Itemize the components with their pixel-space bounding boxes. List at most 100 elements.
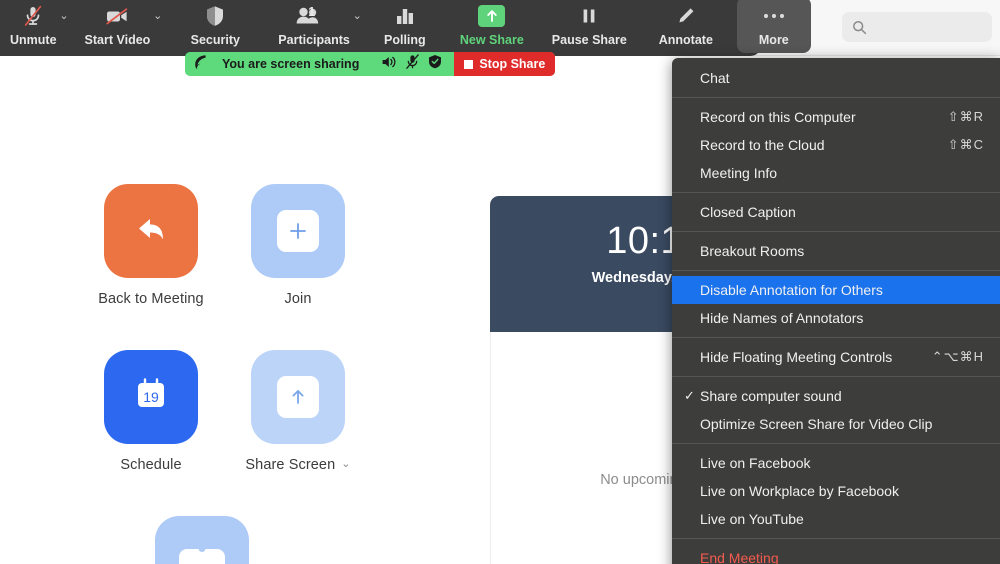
participants-options-chevron-icon[interactable]: ⌄ — [353, 9, 362, 22]
menu-item-label: Hide Floating Meeting Controls — [700, 349, 893, 365]
tile-label: Join — [284, 291, 312, 307]
menu-item-label: Record to the Cloud — [700, 137, 825, 153]
menu-item-live-on-workplace-by-facebook[interactable]: Live on Workplace by Facebook — [672, 477, 1000, 505]
menu-item-breakout-rooms[interactable]: Breakout Rooms — [672, 237, 1000, 265]
shield-check-icon[interactable] — [428, 54, 442, 74]
pencil-icon — [675, 4, 697, 28]
menu-item-live-on-facebook[interactable]: Live on Facebook — [672, 449, 1000, 477]
toolbar-label: Security — [190, 32, 240, 47]
svg-text:19: 19 — [143, 389, 159, 405]
tile-share-screen[interactable]: Share Screen ⌄ — [228, 350, 368, 473]
menu-item-optimize-screen-share-for-video-clip[interactable]: Optimize Screen Share for Video Clip — [672, 410, 1000, 438]
mic-options-chevron-icon[interactable]: ⌄ — [59, 9, 68, 22]
tile-label: Schedule — [120, 457, 182, 473]
stop-share-label: Stop Share — [479, 57, 546, 71]
menu-separator — [672, 270, 1000, 271]
tile-join[interactable]: Join — [228, 184, 368, 307]
menu-item-live-on-youtube[interactable]: Live on YouTube — [672, 505, 1000, 533]
toolbar-group-participants: 1 Participants ⌄ — [272, 0, 362, 53]
search-icon — [852, 20, 867, 35]
video-options-chevron-icon[interactable]: ⌄ — [153, 9, 162, 22]
toolbar-pause-share-button[interactable]: Pause Share — [546, 0, 633, 53]
menu-item-label: Live on Facebook — [700, 455, 811, 471]
stop-share-button[interactable]: Stop Share — [454, 52, 556, 76]
participants-count: 1 — [308, 5, 316, 19]
partial-tile-icon — [155, 516, 249, 564]
menu-item-meeting-info[interactable]: Meeting Info — [672, 159, 1000, 187]
toolbar-group-video: Start Video ⌄ — [79, 0, 162, 53]
microphone-muted-icon[interactable] — [406, 54, 420, 74]
toolbar-label: More — [758, 32, 789, 47]
upload-arrow-icon — [277, 376, 319, 418]
speaker-icon[interactable] — [381, 55, 397, 74]
toolbar-group-more: More — [736, 0, 811, 53]
toolbar-unmute-button[interactable]: Unmute — [4, 0, 63, 53]
new-share-up-arrow-icon — [478, 4, 506, 27]
stop-square-icon — [464, 59, 474, 69]
menu-separator — [672, 192, 1000, 193]
toolbar-label: Pause Share — [551, 32, 627, 47]
toolbar-group-annotate: Annotate — [649, 0, 723, 53]
banner-icon-group — [381, 54, 442, 74]
ellipsis-icon — [761, 4, 787, 28]
toolbar-label: Participants — [278, 32, 350, 47]
meeting-toolbar: Unmute ⌄ Start Video ⌄ Security 1 Partic… — [0, 0, 811, 56]
toolbar-annotate-button[interactable]: Annotate — [649, 0, 723, 53]
menu-item-shortcut: ⇧⌘C — [947, 137, 984, 152]
toolbar-group-security: Security — [178, 0, 252, 53]
back-to-meeting-icon-box — [104, 184, 198, 278]
menu-separator — [672, 337, 1000, 338]
toolbar-label: Polling — [384, 32, 426, 47]
toolbar-label: Start Video — [84, 32, 151, 47]
search-input[interactable] — [842, 12, 992, 42]
toolbar-label: Unmute — [10, 32, 57, 47]
menu-item-label: Closed Caption — [700, 204, 796, 220]
menu-item-label: Disable Annotation for Others — [700, 282, 883, 298]
menu-item-label: Optimize Screen Share for Video Clip — [700, 416, 933, 432]
join-icon-box — [251, 184, 345, 278]
menu-item-hide-names-of-annotators[interactable]: Hide Names of Annotators — [672, 304, 1000, 332]
toolbar-polling-button[interactable]: Polling — [376, 0, 434, 53]
menu-item-record-to-the-cloud[interactable]: Record to the Cloud ⇧⌘C — [672, 131, 1000, 159]
menu-item-end-meeting[interactable]: End Meeting — [672, 544, 1000, 564]
chevron-down-icon[interactable]: ⌄ — [341, 457, 350, 470]
menu-item-share-computer-sound[interactable]: ✓ Share computer sound — [672, 382, 1000, 410]
more-dropdown-menu: Chat Record on this Computer ⇧⌘R Record to … — [672, 58, 1000, 564]
tile-schedule[interactable]: 19 Schedule — [81, 350, 221, 473]
tile-back-to-meeting[interactable]: Back to Meeting — [81, 184, 221, 307]
toolbar-participants-button[interactable]: 1 Participants — [272, 0, 356, 53]
menu-separator — [672, 443, 1000, 444]
checkmark-icon: ✓ — [684, 388, 695, 403]
microphone-muted-icon — [21, 4, 45, 28]
menu-separator — [672, 231, 1000, 232]
menu-separator — [672, 376, 1000, 377]
toolbar-new-share-button[interactable]: New Share — [454, 0, 530, 53]
menu-separator — [672, 97, 1000, 98]
toolbar-security-button[interactable]: Security — [178, 0, 252, 53]
menu-item-record-on-this-computer[interactable]: Record on this Computer ⇧⌘R — [672, 103, 1000, 131]
menu-item-label: Breakout Rooms — [700, 243, 805, 259]
toolbar-group-new-share: New Share — [454, 0, 530, 53]
menu-item-hide-floating-meeting-controls[interactable]: Hide Floating Meeting Controls ⌃⌥⌘H — [672, 343, 1000, 371]
polling-bars-icon — [394, 4, 416, 28]
share-pointer-icon — [193, 54, 208, 75]
menu-item-chat[interactable]: Chat — [672, 64, 1000, 92]
toolbar-label: Annotate — [658, 32, 713, 47]
shield-icon — [204, 4, 226, 28]
menu-item-label: Chat — [700, 70, 730, 86]
new-share-icon-box — [478, 4, 506, 28]
menu-item-closed-caption[interactable]: Closed Caption — [672, 198, 1000, 226]
plus-icon — [277, 210, 319, 252]
back-arrow-icon — [130, 208, 172, 255]
menu-separator — [672, 538, 1000, 539]
schedule-icon-box: 19 — [104, 350, 198, 444]
toolbar-start-video-button[interactable]: Start Video — [79, 0, 157, 53]
toolbar-label: New Share — [459, 32, 524, 47]
toolbar-more-button[interactable]: More — [736, 0, 811, 53]
menu-item-disable-annotation-for-others[interactable]: Disable Annotation for Others — [672, 276, 1000, 304]
menu-item-label: Live on Workplace by Facebook — [700, 483, 899, 499]
menu-item-label: Live on YouTube — [700, 511, 804, 527]
menu-item-label: Meeting Info — [700, 165, 778, 181]
toolbar-group-polling: Polling — [376, 0, 434, 53]
calendar-icon: 19 — [128, 372, 174, 423]
